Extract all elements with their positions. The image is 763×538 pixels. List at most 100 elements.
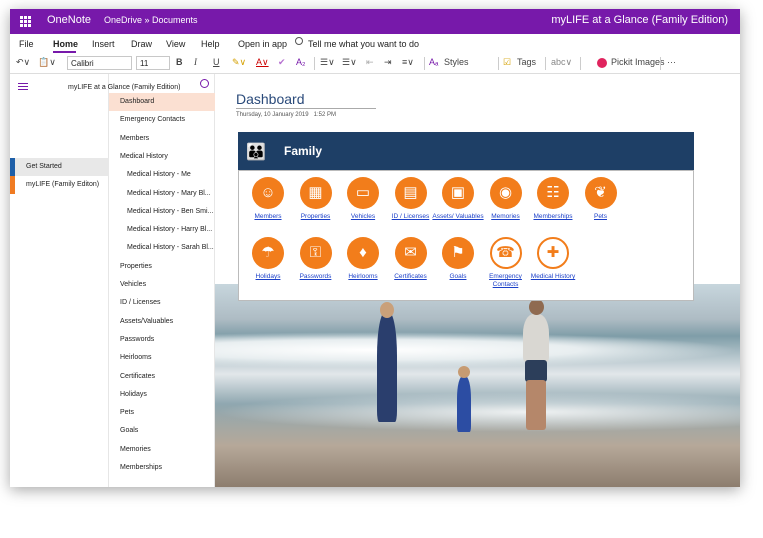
highlight-icon[interactable]: ✎∨ [232,57,246,68]
page-canvas[interactable]: Dashboard Thursday, 10 January 2019 1:52… [215,74,740,487]
indent-icon[interactable]: ⇥ [384,57,392,68]
menu-home[interactable]: Home [53,39,78,49]
menu-help[interactable]: Help [201,39,220,49]
page-item[interactable]: Memories [109,441,215,459]
italic-button[interactable]: I [194,57,197,67]
dashboard-tile[interactable]: ☺ Members [242,177,294,232]
clipboard-icon[interactable]: 📋∨ [38,57,56,68]
page-item[interactable]: Medical History - Mary Bl... [109,185,215,203]
dashboard-tile[interactable]: ▤ ID / Licenses [385,177,437,232]
medical-icon[interactable]: ✚ [537,237,569,269]
pets-icon[interactable]: ❦ [584,177,617,209]
goals-icon[interactable]: ⚑ [442,237,474,269]
bullets-icon[interactable]: ☰∨ [320,57,335,68]
holidays-icon[interactable]: ☂ [252,237,284,269]
page-item[interactable]: Certificates [109,368,215,386]
font-family-select[interactable]: Calibri [67,56,132,70]
page-item[interactable]: Goals [109,422,215,440]
section-tab[interactable]: Get Started [10,158,109,176]
tile-link[interactable]: ID / Licenses [385,213,437,221]
vehicles-icon[interactable]: ▭ [347,177,379,209]
tile-link[interactable]: Passwords [290,273,342,281]
dashboard-tile[interactable]: ▭ Vehicles [337,177,389,232]
assets-icon[interactable]: ▣ [442,177,474,209]
styles-button[interactable]: Styles [444,57,469,67]
tile-link[interactable]: Vehicles [337,213,389,221]
align-icon[interactable]: ≡∨ [402,57,414,68]
page-item[interactable]: Pets [109,404,215,422]
page-item[interactable]: Members [109,130,215,148]
page-item[interactable]: Heirlooms [109,349,215,367]
dashboard-tile[interactable]: ⚑ Goals [432,237,484,292]
page-item[interactable]: Vehicles [109,276,215,294]
hamburger-icon[interactable] [18,83,28,90]
memories-icon[interactable]: ◉ [489,177,522,209]
styles-icon[interactable]: Aₐ [429,57,438,67]
tile-link[interactable]: Assets/ Valuables [432,213,484,221]
tile-link[interactable]: Memories [480,213,532,221]
pickit-icon[interactable] [597,58,607,68]
page-item[interactable]: Dashboard [109,93,215,111]
dashboard-tile[interactable]: ♦ Heirlooms [337,237,389,292]
tile-link[interactable]: Memberships [527,213,579,221]
page-item[interactable]: Medical History - Sarah Bl... [109,239,215,257]
tile-link[interactable]: Emergency Contacts [480,273,532,289]
section-tab[interactable]: myLIFE (Family Editon) [10,176,109,194]
page-item[interactable]: Holidays [109,386,215,404]
page-item[interactable]: Emergency Contacts [109,111,215,129]
menu-view[interactable]: View [166,39,185,49]
page-item[interactable]: Passwords [109,331,215,349]
underline-button[interactable]: U [213,57,220,67]
dashboard-tile[interactable]: ✉ Certificates [385,237,437,292]
page-item[interactable]: Properties [109,258,215,276]
spelling-icon[interactable]: abc∨ [551,57,572,68]
tile-link[interactable]: Goals [432,273,484,281]
menu-insert[interactable]: Insert [92,39,115,49]
clear-format-icon[interactable]: ✔ [278,57,286,68]
tile-link[interactable]: Pets [575,213,627,221]
tags-icon[interactable]: ☑ [503,57,511,68]
tags-button[interactable]: Tags [517,57,536,67]
dashboard-tile[interactable]: ✚ Medical History [527,237,579,292]
dashboard-tile[interactable]: ☷ Memberships [527,177,579,232]
tell-me-search[interactable]: Tell me what you want to do [308,39,419,49]
page-item[interactable]: Medical History - Me [109,166,215,184]
dashboard-tile[interactable]: ◉ Memories [480,177,532,232]
emergency-icon[interactable]: ☎ [489,237,522,269]
page-item[interactable]: Memberships [109,459,215,477]
page-item[interactable]: ID / Licenses [109,294,215,312]
font-color-icon[interactable]: A∨ [256,57,269,68]
menu-file[interactable]: File [19,39,34,49]
page-item[interactable]: Assets/Valuables [109,313,215,331]
dashboard-tile[interactable]: ❦ Pets [575,177,627,232]
dashboard-tile[interactable]: ▦ Properties [290,177,342,232]
tile-link[interactable]: Certificates [385,273,437,281]
text-effects-icon[interactable]: A₂ [296,57,306,67]
outdent-icon[interactable]: ⇤ [366,57,374,68]
heirlooms-icon[interactable]: ♦ [347,237,379,269]
tile-link[interactable]: Holidays [242,273,294,281]
dashboard-tile[interactable]: ☂ Holidays [242,237,294,292]
tile-link[interactable]: Medical History [527,273,579,281]
page-title[interactable]: Dashboard [236,91,305,107]
undo-icon[interactable]: ↶∨ [16,57,30,68]
page-item[interactable]: Medical History [109,148,215,166]
passwords-icon[interactable]: ⚿ [299,237,332,269]
dashboard-tile[interactable]: ⚿ Passwords [290,237,342,292]
dashboard-tile[interactable]: ☎ Emergency Contacts [480,237,532,292]
pickit-images-button[interactable]: Pickit Images [611,57,665,67]
dashboard-tile[interactable]: ▣ Assets/ Valuables [432,177,484,232]
breadcrumb[interactable]: OneDrive » Documents [104,15,198,25]
page-item[interactable]: Medical History - Harry Bl... [109,221,215,239]
tile-link[interactable]: Members [242,213,294,221]
certificates-icon[interactable]: ✉ [394,237,427,269]
menu-draw[interactable]: Draw [131,39,152,49]
more-options-button[interactable]: ··· [667,57,676,67]
page-item[interactable]: Medical History - Ben Smi... [109,203,215,221]
bold-button[interactable]: B [176,57,183,67]
tile-link[interactable]: Heirlooms [337,273,389,281]
members-icon[interactable]: ☺ [252,177,284,209]
id-licenses-icon[interactable]: ▤ [394,177,427,209]
app-launcher-icon[interactable] [20,16,31,27]
app-name[interactable]: OneNote [47,14,91,26]
